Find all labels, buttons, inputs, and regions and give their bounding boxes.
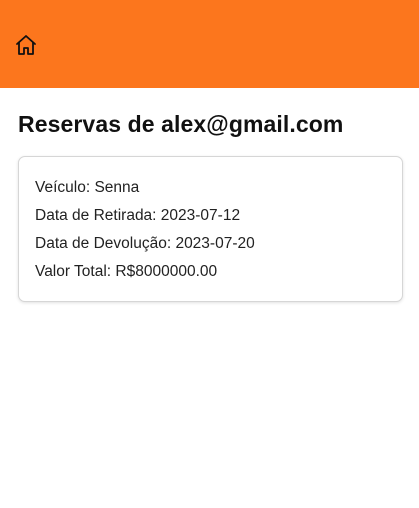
- pickup-date-text: Data de Retirada: 2023-07-12: [35, 207, 241, 224]
- return-date-text: Data de Devolução: 2023-07-20: [35, 235, 255, 252]
- vehicle-text: Veículo: Senna: [35, 179, 140, 196]
- reservation-card: Veículo: Senna Data de Retirada: 2023-07…: [18, 156, 403, 302]
- top-bar: [0, 0, 419, 88]
- total-value-text: Valor Total: R$8000000.00: [35, 263, 218, 280]
- home-button[interactable]: [13, 32, 39, 58]
- page-title: Reservas de alex@gmail.com: [18, 111, 344, 137]
- home-icon: [16, 35, 36, 55]
